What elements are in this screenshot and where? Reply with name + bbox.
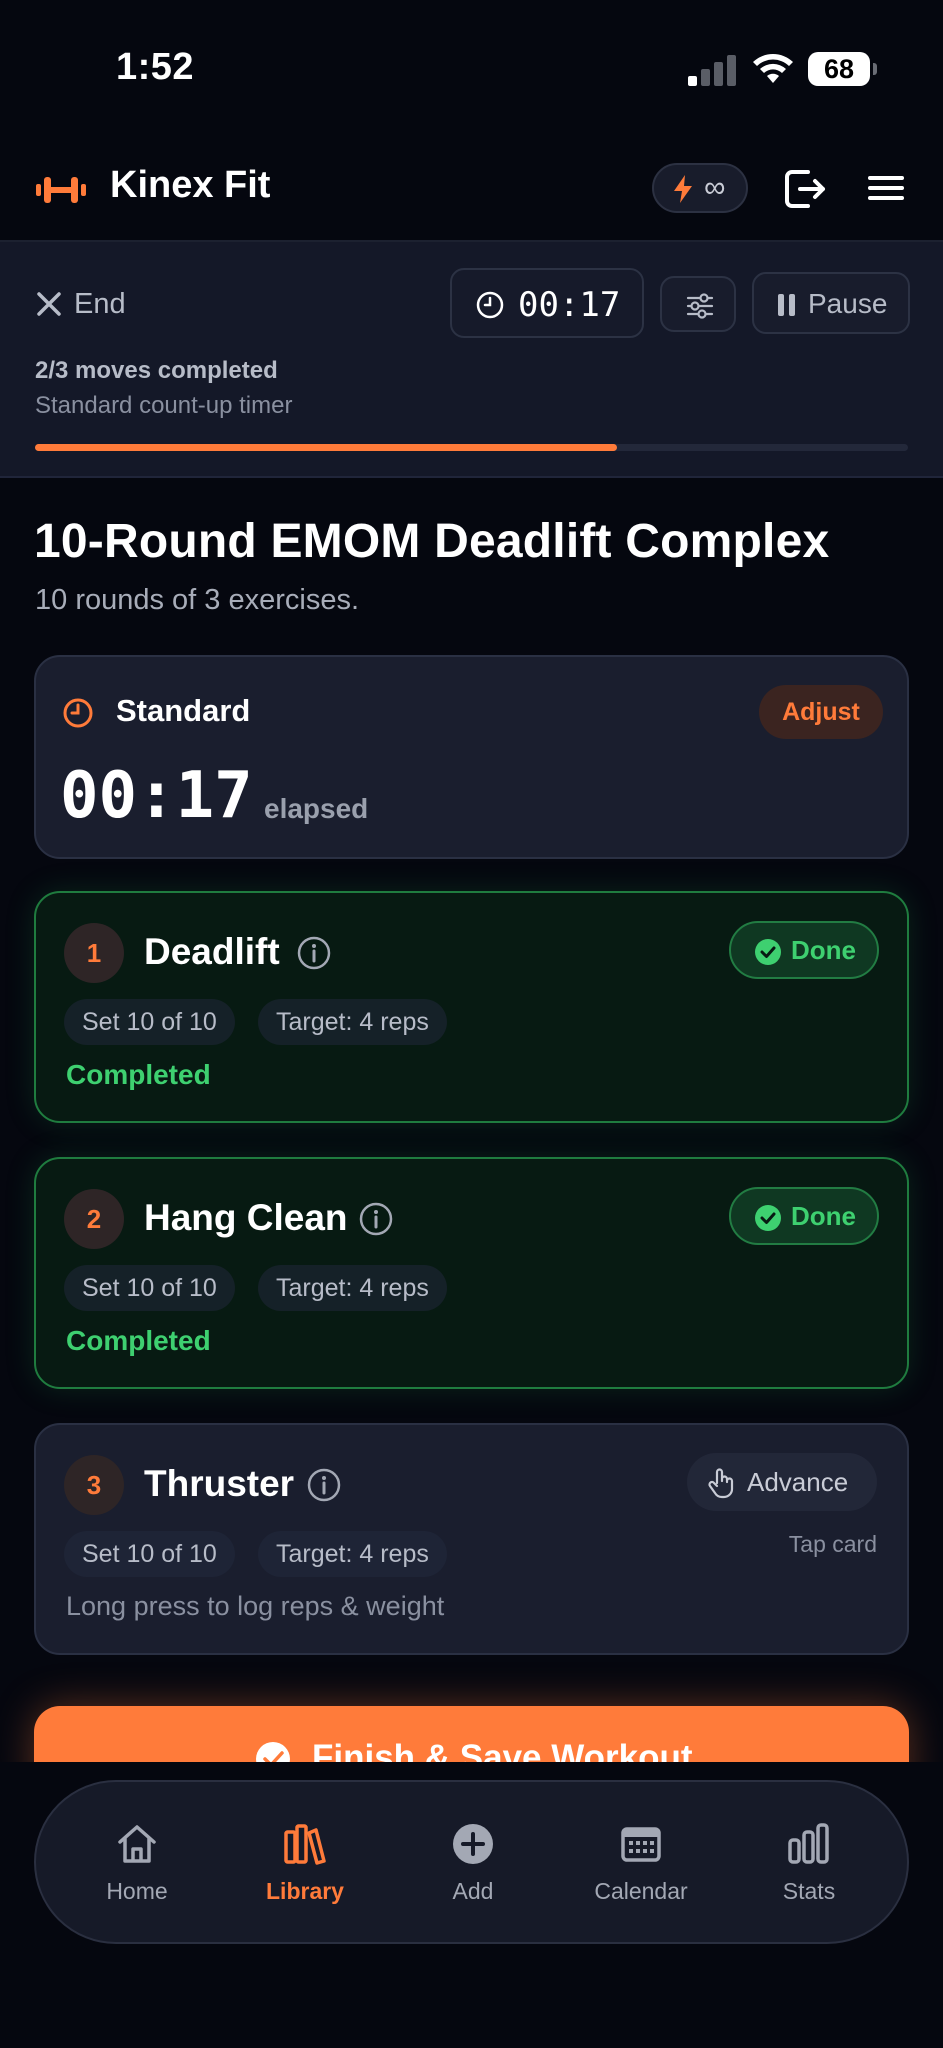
exercise-card-hang-clean[interactable]: 2 Hang Clean Done Set 10 of 10 Target: 4…	[34, 1157, 909, 1389]
tab-library[interactable]: Library	[240, 1782, 370, 1946]
adjust-button[interactable]: Adjust	[759, 685, 883, 739]
close-icon	[37, 292, 61, 316]
done-label: Done	[791, 1201, 856, 1231]
timer-mode: Standard	[116, 693, 251, 728]
done-badge[interactable]: Done	[729, 921, 879, 979]
check-circle-icon	[755, 939, 781, 965]
info-icon[interactable]	[296, 935, 332, 971]
info-icon[interactable]	[306, 1467, 342, 1503]
pause-label: Pause	[808, 288, 888, 319]
set-chip: Set 10 of 10	[64, 999, 235, 1045]
progress-fill	[35, 444, 618, 451]
tab-label: Calendar	[594, 1878, 688, 1904]
tab-calendar[interactable]: Calendar	[576, 1782, 706, 1946]
exercise-number: 1	[64, 923, 124, 983]
exercise-card-thruster[interactable]: 3 Thruster Advance Tap card Set 10 of 10…	[34, 1423, 909, 1655]
tab-label: Library	[266, 1878, 344, 1904]
calendar-icon	[621, 1827, 661, 1862]
clock-icon	[63, 698, 93, 728]
done-badge[interactable]: Done	[729, 1187, 879, 1245]
exercise-number: 3	[64, 1455, 124, 1515]
progress-bar	[35, 444, 908, 451]
signal-icon	[688, 54, 736, 86]
pause-icon	[778, 294, 796, 316]
logout-icon[interactable]	[782, 166, 828, 212]
tab-add[interactable]: Add	[408, 1782, 538, 1946]
exercise-status: Completed	[66, 1325, 211, 1356]
elapsed-label: elapsed	[264, 793, 369, 824]
session-timer-value: 00:17	[518, 285, 621, 325]
set-chip: Set 10 of 10	[64, 1531, 235, 1577]
wifi-icon	[753, 54, 793, 83]
home-icon	[118, 1825, 156, 1863]
end-button[interactable]: End	[34, 282, 126, 326]
energy-value: ∞	[704, 171, 726, 204]
menu-icon[interactable]	[868, 176, 904, 202]
workout-subtitle: 10 rounds of 3 exercises.	[35, 584, 360, 616]
timer-mode-text: Standard count-up timer	[35, 392, 293, 419]
tab-home[interactable]: Home	[72, 1782, 202, 1946]
app-header: Kinex Fit ∞	[0, 140, 943, 242]
done-label: Done	[791, 935, 856, 965]
set-chip: Set 10 of 10	[64, 1265, 235, 1311]
exercise-card-deadlift[interactable]: 1 Deadlift Done Set 10 of 10 Target: 4 r…	[34, 891, 909, 1123]
library-icon	[284, 1824, 326, 1865]
exercise-status: Completed	[66, 1059, 211, 1090]
status-bar: 1:52 68	[0, 0, 943, 140]
tab-label: Stats	[782, 1878, 836, 1904]
app-title: Kinex Fit	[110, 164, 271, 206]
check-circle-icon	[755, 1205, 781, 1231]
exercise-number: 2	[64, 1189, 124, 1249]
lightning-icon	[674, 175, 692, 203]
advance-label: Advance	[747, 1467, 849, 1497]
session-panel: End 00:17 Pause 2/3 moves completed Stan…	[0, 242, 943, 478]
workout-title: 10-Round EMOM Deadlift Complex	[34, 515, 830, 568]
end-label: End	[74, 287, 126, 320]
long-press-hint: Long press to log reps & weight	[66, 1591, 445, 1621]
elapsed-time: 00:17	[60, 759, 253, 833]
info-icon[interactable]	[358, 1201, 394, 1237]
tab-bar: Home Library Add Calendar Stats	[34, 1780, 909, 1944]
clock-icon	[476, 291, 504, 319]
exercise-name: Hang Clean	[144, 1197, 348, 1238]
advance-button[interactable]: Advance	[687, 1453, 877, 1511]
sliders-icon	[686, 293, 714, 319]
target-chip: Target: 4 reps	[258, 999, 447, 1045]
tab-label: Add	[452, 1878, 494, 1904]
stats-icon	[788, 1823, 829, 1864]
exercise-name: Deadlift	[144, 931, 280, 972]
dumbbell-logo-icon	[36, 177, 86, 203]
exercise-name: Thruster	[144, 1463, 295, 1504]
status-time: 1:52	[116, 46, 195, 88]
target-chip: Target: 4 reps	[258, 1531, 447, 1577]
tab-label: Home	[106, 1878, 168, 1904]
target-chip: Target: 4 reps	[258, 1265, 447, 1311]
moves-progress-text: 2/3 moves completed	[35, 357, 278, 384]
timer-settings-button[interactable]	[660, 276, 736, 332]
tap-card-hint: Tap card	[788, 1531, 877, 1557]
tab-stats[interactable]: Stats	[744, 1782, 874, 1946]
add-icon	[453, 1824, 493, 1864]
battery-indicator: 68	[808, 52, 877, 86]
timer-card: Standard Adjust 00:17 elapsed	[34, 655, 909, 859]
pause-button[interactable]: Pause	[752, 272, 910, 334]
energy-pill[interactable]: ∞	[652, 163, 748, 213]
session-timer[interactable]: 00:17	[450, 268, 644, 338]
tap-hand-icon	[708, 1468, 734, 1499]
